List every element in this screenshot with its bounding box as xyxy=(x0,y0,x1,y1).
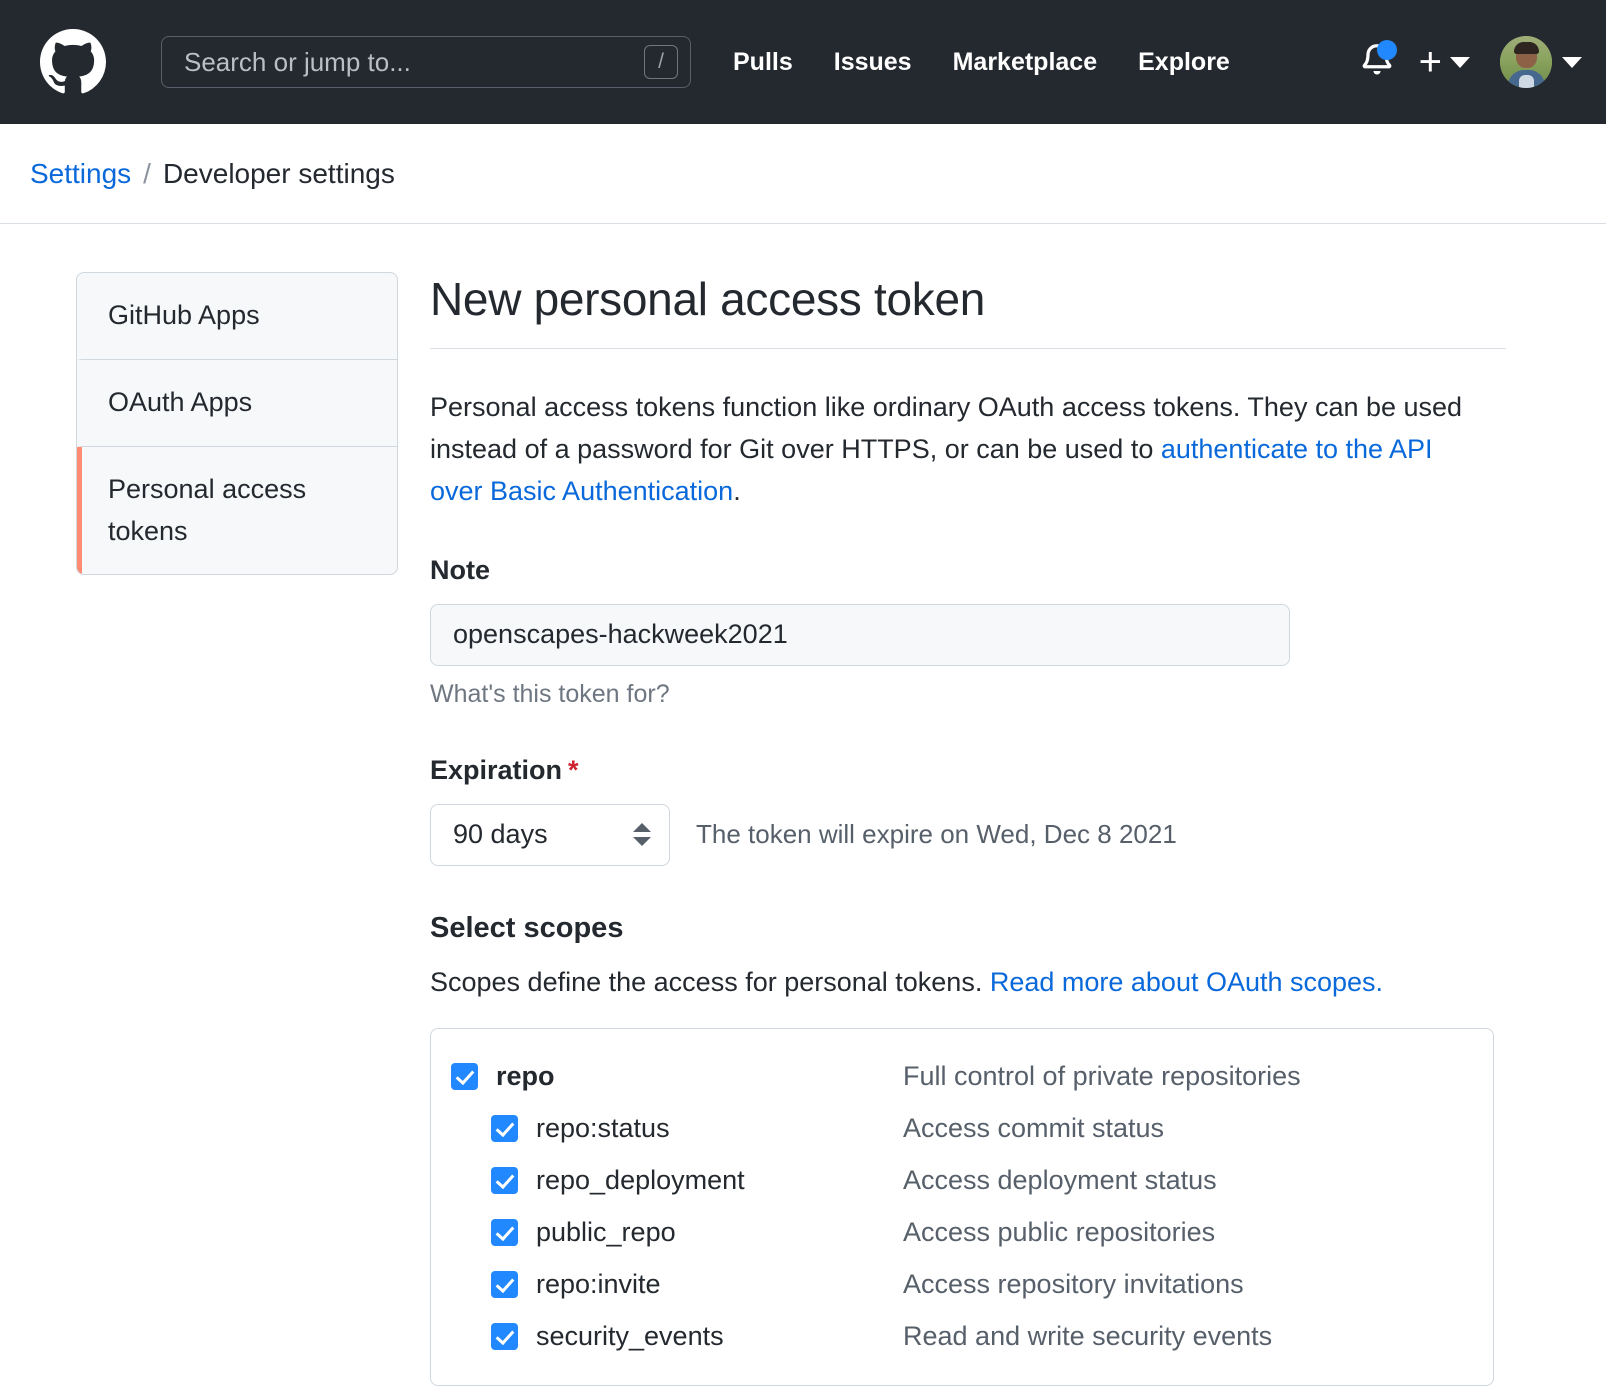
header-actions: + xyxy=(1357,36,1582,88)
global-header: Search or jump to... / Pulls Issues Mark… xyxy=(0,0,1606,124)
checkbox-repo[interactable] xyxy=(451,1063,478,1090)
select-scopes-heading: Select scopes xyxy=(430,912,1506,945)
sidebar-item-personal-access-tokens[interactable]: Personal access tokens xyxy=(77,447,397,575)
page-title: New personal access token xyxy=(430,272,1506,326)
select-scopes-description: Scopes define the access for personal to… xyxy=(430,967,1506,998)
primary-nav: Pulls Issues Marketplace Explore xyxy=(733,48,1230,77)
search-shortcut-badge: / xyxy=(644,45,678,79)
title-divider xyxy=(430,348,1506,349)
note-input[interactable]: openscapes-hackweek2021 xyxy=(430,604,1290,666)
scope-row-repo-deployment[interactable]: repo_deployment Access deployment status xyxy=(431,1155,1493,1207)
required-marker: * xyxy=(568,755,579,785)
scope-description: Access deployment status xyxy=(903,1165,1217,1196)
scope-name: repo_deployment xyxy=(536,1165,745,1196)
expiration-note: The token will expire on Wed, Dec 8 2021 xyxy=(696,819,1177,850)
sidebar-item-github-apps[interactable]: GitHub Apps xyxy=(77,273,397,360)
intro-paragraph: Personal access tokens function like ord… xyxy=(430,387,1470,513)
scopes-list: repo Full control of private repositorie… xyxy=(430,1028,1494,1386)
nav-item-marketplace[interactable]: Marketplace xyxy=(953,48,1098,77)
scope-row-repo-invite[interactable]: repo:invite Access repository invitation… xyxy=(431,1259,1493,1311)
github-mark-icon[interactable] xyxy=(40,29,106,95)
note-help-text: What's this token for? xyxy=(430,680,1506,709)
sidebar-item-oauth-apps[interactable]: OAuth Apps xyxy=(77,360,397,447)
settings-sidebar: GitHub Apps OAuth Apps Personal access t… xyxy=(76,272,398,575)
scope-name: security_events xyxy=(536,1321,724,1352)
scope-description: Access commit status xyxy=(903,1113,1164,1144)
oauth-scopes-doc-link[interactable]: Read more about OAuth scopes. xyxy=(990,967,1383,997)
search-placeholder: Search or jump to... xyxy=(184,47,644,78)
expiration-select[interactable]: 90 days xyxy=(430,804,670,866)
page-body: GitHub Apps OAuth Apps Personal access t… xyxy=(0,224,1606,1386)
user-menu-button[interactable] xyxy=(1500,36,1582,88)
scope-description: Access repository invitations xyxy=(903,1269,1244,1300)
intro-text-after: . xyxy=(733,476,741,506)
create-new-button[interactable]: + xyxy=(1419,48,1470,76)
scope-row-public-repo[interactable]: public_repo Access public repositories xyxy=(431,1207,1493,1259)
chevron-down-icon xyxy=(1450,57,1470,68)
scope-name: repo:status xyxy=(536,1113,670,1144)
scope-row-repo[interactable]: repo Full control of private repositorie… xyxy=(431,1051,1493,1103)
stepper-icon xyxy=(633,823,651,846)
expiration-selected-value: 90 days xyxy=(453,819,633,850)
scope-description: Full control of private repositories xyxy=(903,1061,1301,1092)
breadcrumb-current: Developer settings xyxy=(163,158,395,190)
search-input[interactable]: Search or jump to... / xyxy=(161,36,691,88)
checkbox-security-events[interactable] xyxy=(491,1323,518,1350)
nav-item-pulls[interactable]: Pulls xyxy=(733,48,793,77)
scope-description: Read and write security events xyxy=(903,1321,1272,1352)
breadcrumb: Settings / Developer settings xyxy=(0,124,1606,224)
scope-row-repo-status[interactable]: repo:status Access commit status xyxy=(431,1103,1493,1155)
breadcrumb-separator: / xyxy=(143,158,151,190)
breadcrumb-settings-link[interactable]: Settings xyxy=(30,158,131,190)
scope-name: repo xyxy=(496,1061,555,1092)
scope-name: public_repo xyxy=(536,1217,676,1248)
scope-name: repo:invite xyxy=(536,1269,661,1300)
avatar xyxy=(1500,36,1552,88)
note-label: Note xyxy=(430,555,1506,586)
scope-description: Access public repositories xyxy=(903,1217,1215,1248)
checkbox-public-repo[interactable] xyxy=(491,1219,518,1246)
nav-item-issues[interactable]: Issues xyxy=(834,48,912,77)
expiration-label: Expiration* xyxy=(430,755,1506,786)
checkbox-repo-invite[interactable] xyxy=(491,1271,518,1298)
scope-row-security-events[interactable]: security_events Read and write security … xyxy=(431,1311,1493,1363)
notifications-button[interactable] xyxy=(1357,40,1397,84)
main-content: New personal access token Personal acces… xyxy=(430,272,1506,1386)
nav-item-explore[interactable]: Explore xyxy=(1138,48,1230,77)
checkbox-repo-status[interactable] xyxy=(491,1115,518,1142)
expiration-row: 90 days The token will expire on Wed, De… xyxy=(430,804,1506,866)
scopes-description-text: Scopes define the access for personal to… xyxy=(430,967,990,997)
plus-icon: + xyxy=(1419,48,1442,76)
chevron-down-icon xyxy=(1562,57,1582,68)
checkbox-repo-deployment[interactable] xyxy=(491,1167,518,1194)
notification-indicator-dot xyxy=(1377,40,1397,60)
expiration-label-text: Expiration xyxy=(430,755,562,785)
